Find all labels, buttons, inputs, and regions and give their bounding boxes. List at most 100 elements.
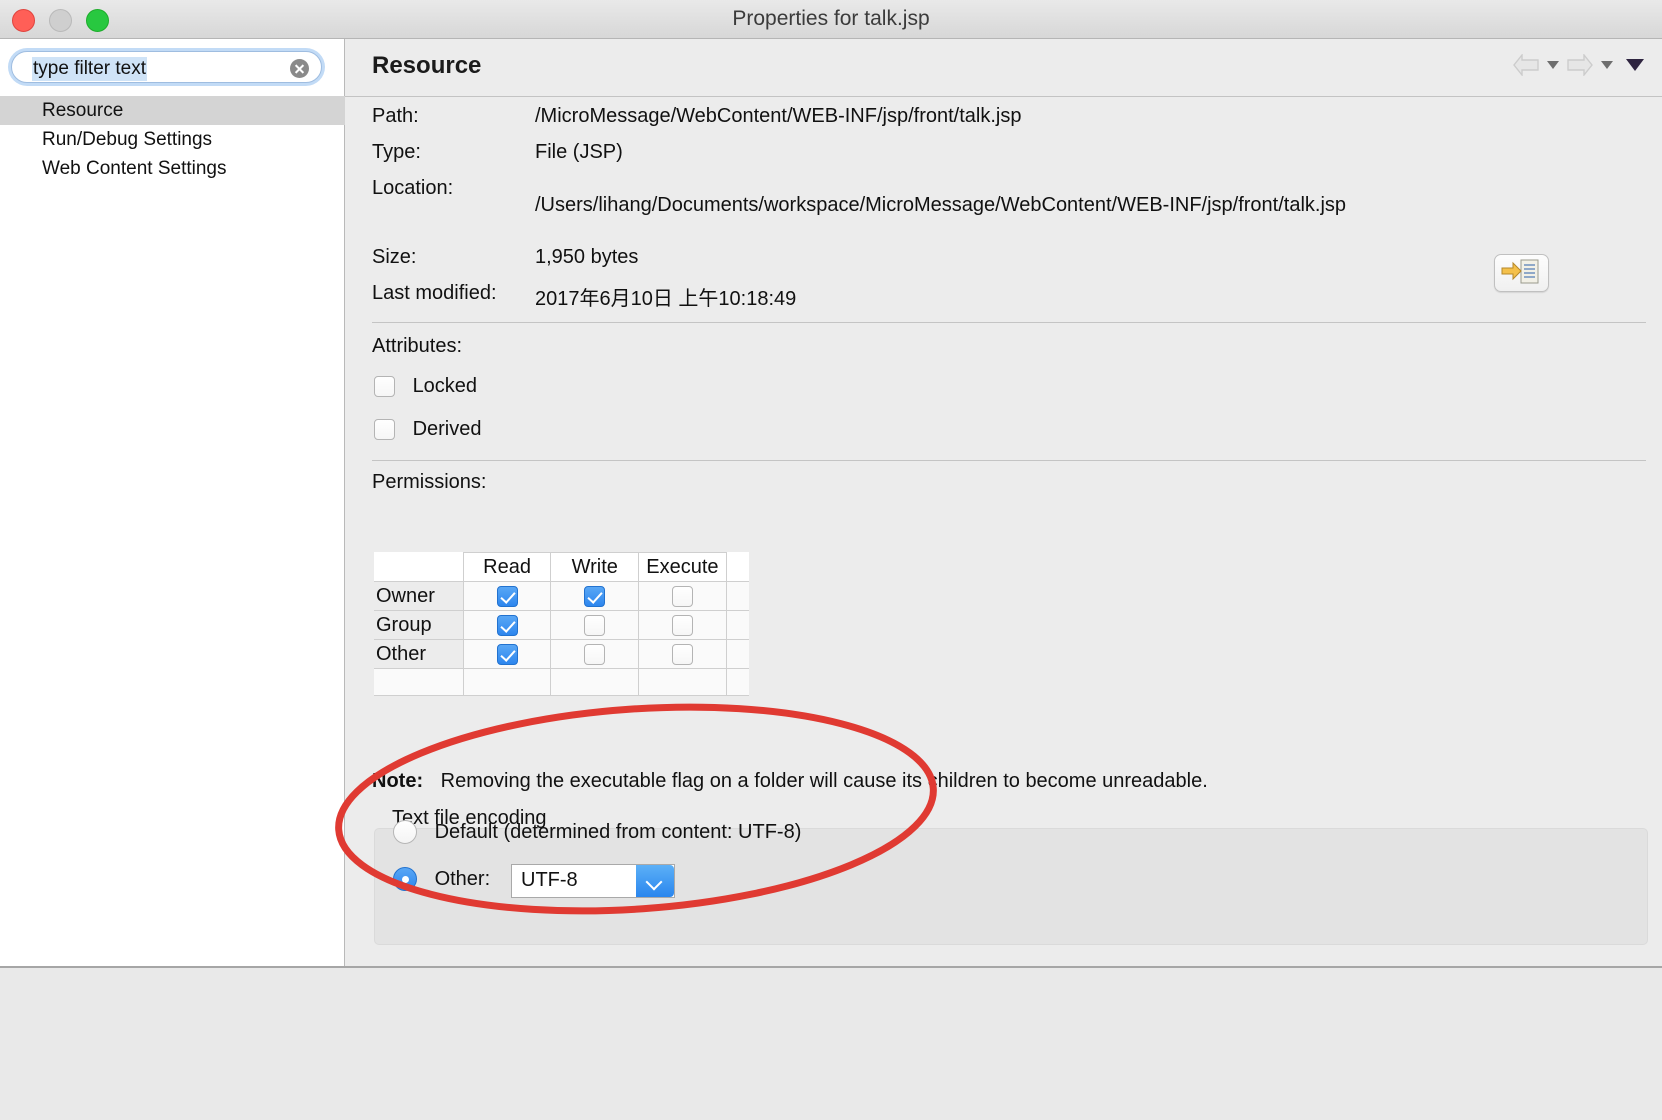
path-label: Path: (372, 105, 419, 127)
empty-cell (462, 668, 552, 696)
encoding-other-radio[interactable] (393, 867, 417, 891)
type-value: File (JSP) (535, 141, 623, 163)
other-read-checkbox[interactable] (496, 643, 518, 665)
attribute-derived-row[interactable]: Derived (374, 418, 481, 441)
show-in-file-manager-button[interactable] (1494, 254, 1549, 292)
forward-arrow-icon[interactable] (1566, 54, 1594, 76)
divider-attributes (372, 322, 1646, 323)
empty-cell (638, 668, 727, 696)
other-write-checkbox[interactable] (584, 643, 606, 665)
back-arrow-icon[interactable] (1512, 54, 1540, 76)
size-value: 1,950 bytes (535, 246, 639, 268)
page-header: Resource (345, 39, 1662, 97)
back-dropdown-icon[interactable] (1547, 61, 1559, 69)
type-label: Type: (372, 141, 421, 163)
owner-execute-cell[interactable] (638, 581, 727, 611)
window-title: Properties for talk.jsp (732, 7, 930, 30)
permissions-row-owner-label: Owner (374, 581, 464, 611)
permissions-header-row: Read Write Execute (374, 552, 749, 582)
encoding-select[interactable]: UTF-8 (511, 864, 675, 898)
encoding-default-option[interactable]: Default (determined from content: UTF-8) (393, 820, 801, 844)
chevron-down-icon[interactable] (636, 865, 674, 897)
encoding-default-radio[interactable] (393, 820, 417, 844)
other-spacer-cell (725, 639, 749, 669)
permissions-col-execute: Execute (638, 552, 727, 582)
location-label: Location: (372, 177, 454, 199)
properties-dialog: Properties for talk.jsp type filter text… (0, 0, 1662, 1120)
last-modified-value: 2017年6月10日 上午10:18:49 (535, 288, 797, 310)
table-row-empty (374, 668, 749, 696)
clear-icon[interactable] (290, 59, 309, 78)
table-row: Other (374, 639, 749, 669)
permissions-spacer-cell (725, 552, 749, 582)
table-row: Group (374, 610, 749, 640)
permissions-corner-cell (374, 552, 464, 582)
other-write-cell[interactable] (550, 639, 640, 669)
encoding-select-value: UTF-8 (521, 869, 578, 891)
divider-permissions (372, 460, 1646, 461)
resource-content: Path: /MicroMessage/WebContent/WEB-INF/j… (345, 97, 1662, 1100)
filter-input[interactable]: type filter text (11, 51, 322, 83)
filter-input-value: type filter text (32, 57, 147, 81)
permissions-note: Note: Removing the executable flag on a … (372, 770, 1208, 793)
view-menu-icon[interactable] (1626, 59, 1644, 71)
permissions-col-read: Read (462, 552, 552, 582)
page-title: Resource (372, 52, 482, 79)
empty-cell (550, 668, 640, 696)
permissions-col-write: Write (550, 552, 640, 582)
owner-write-checkbox[interactable] (584, 585, 606, 607)
group-write-cell[interactable] (550, 610, 640, 640)
sidebar-item-resource[interactable]: Resource (0, 96, 364, 125)
sidebar-item-label: Resource (42, 100, 124, 121)
sidebar-item-run-debug-settings[interactable]: Run/Debug Settings (0, 125, 344, 154)
empty-cell (725, 668, 749, 696)
dialog-footer: ? Cancel OK http://blog.csdn.net/star1h3… (0, 968, 1662, 1120)
group-spacer-cell (725, 610, 749, 640)
reveal-document-icon (1501, 259, 1539, 284)
forward-dropdown-icon[interactable] (1601, 61, 1613, 69)
group-write-checkbox[interactable] (584, 614, 606, 636)
note-text: Removing the executable flag on a folder… (440, 770, 1208, 792)
permissions-row-other-label: Other (374, 639, 464, 669)
owner-read-checkbox[interactable] (496, 585, 518, 607)
empty-rowhead (374, 668, 464, 696)
sidebar-item-web-content-settings[interactable]: Web Content Settings (0, 154, 344, 183)
settings-tree: Resource Run/Debug Settings Web Content … (0, 96, 364, 183)
location-value: /Users/lihang/Documents/workspace/MicroM… (535, 194, 1347, 216)
owner-execute-checkbox[interactable] (671, 585, 693, 607)
group-read-checkbox[interactable] (496, 614, 518, 636)
other-execute-checkbox[interactable] (671, 643, 693, 665)
settings-sidebar: type filter text Resource Run/Debug Sett… (0, 39, 364, 966)
path-value: /MicroMessage/WebContent/WEB-INF/jsp/fro… (535, 105, 1022, 127)
encoding-other-option[interactable]: Other: (393, 867, 490, 891)
table-row: Owner (374, 581, 749, 611)
permissions-heading: Permissions: (372, 471, 487, 493)
note-label: Note: (372, 770, 424, 792)
attributes-heading: Attributes: (372, 335, 463, 357)
window-titlebar: Properties for talk.jsp (0, 0, 1662, 39)
group-execute-checkbox[interactable] (671, 614, 693, 636)
size-label: Size: (372, 246, 417, 268)
group-read-cell[interactable] (462, 610, 552, 640)
derived-checkbox[interactable] (374, 419, 395, 441)
locked-checkbox[interactable] (374, 376, 395, 398)
filter-search-wrapper: type filter text (11, 51, 324, 85)
owner-spacer-cell (725, 581, 749, 611)
sidebar-item-label: Web Content Settings (42, 158, 227, 179)
derived-label: Derived (412, 418, 482, 441)
encoding-default-label: Default (determined from content: UTF-8) (434, 820, 802, 843)
group-execute-cell[interactable] (638, 610, 727, 640)
attribute-locked-row[interactable]: Locked (374, 375, 477, 398)
locked-label: Locked (412, 375, 478, 398)
owner-read-cell[interactable] (462, 581, 552, 611)
owner-write-cell[interactable] (550, 581, 640, 611)
other-read-cell[interactable] (462, 639, 552, 669)
sidebar-item-label: Run/Debug Settings (42, 129, 213, 150)
permissions-row-group-label: Group (374, 610, 464, 640)
other-execute-cell[interactable] (638, 639, 727, 669)
resource-page: Resource Path: /MicroMessage/WebContent/… (345, 39, 1662, 1100)
encoding-other-label: Other: (434, 867, 491, 890)
last-modified-label: Last modified: (372, 282, 497, 304)
permissions-table: Read Write Execute Owner Group Other (374, 552, 749, 696)
page-navigation (1512, 54, 1644, 76)
